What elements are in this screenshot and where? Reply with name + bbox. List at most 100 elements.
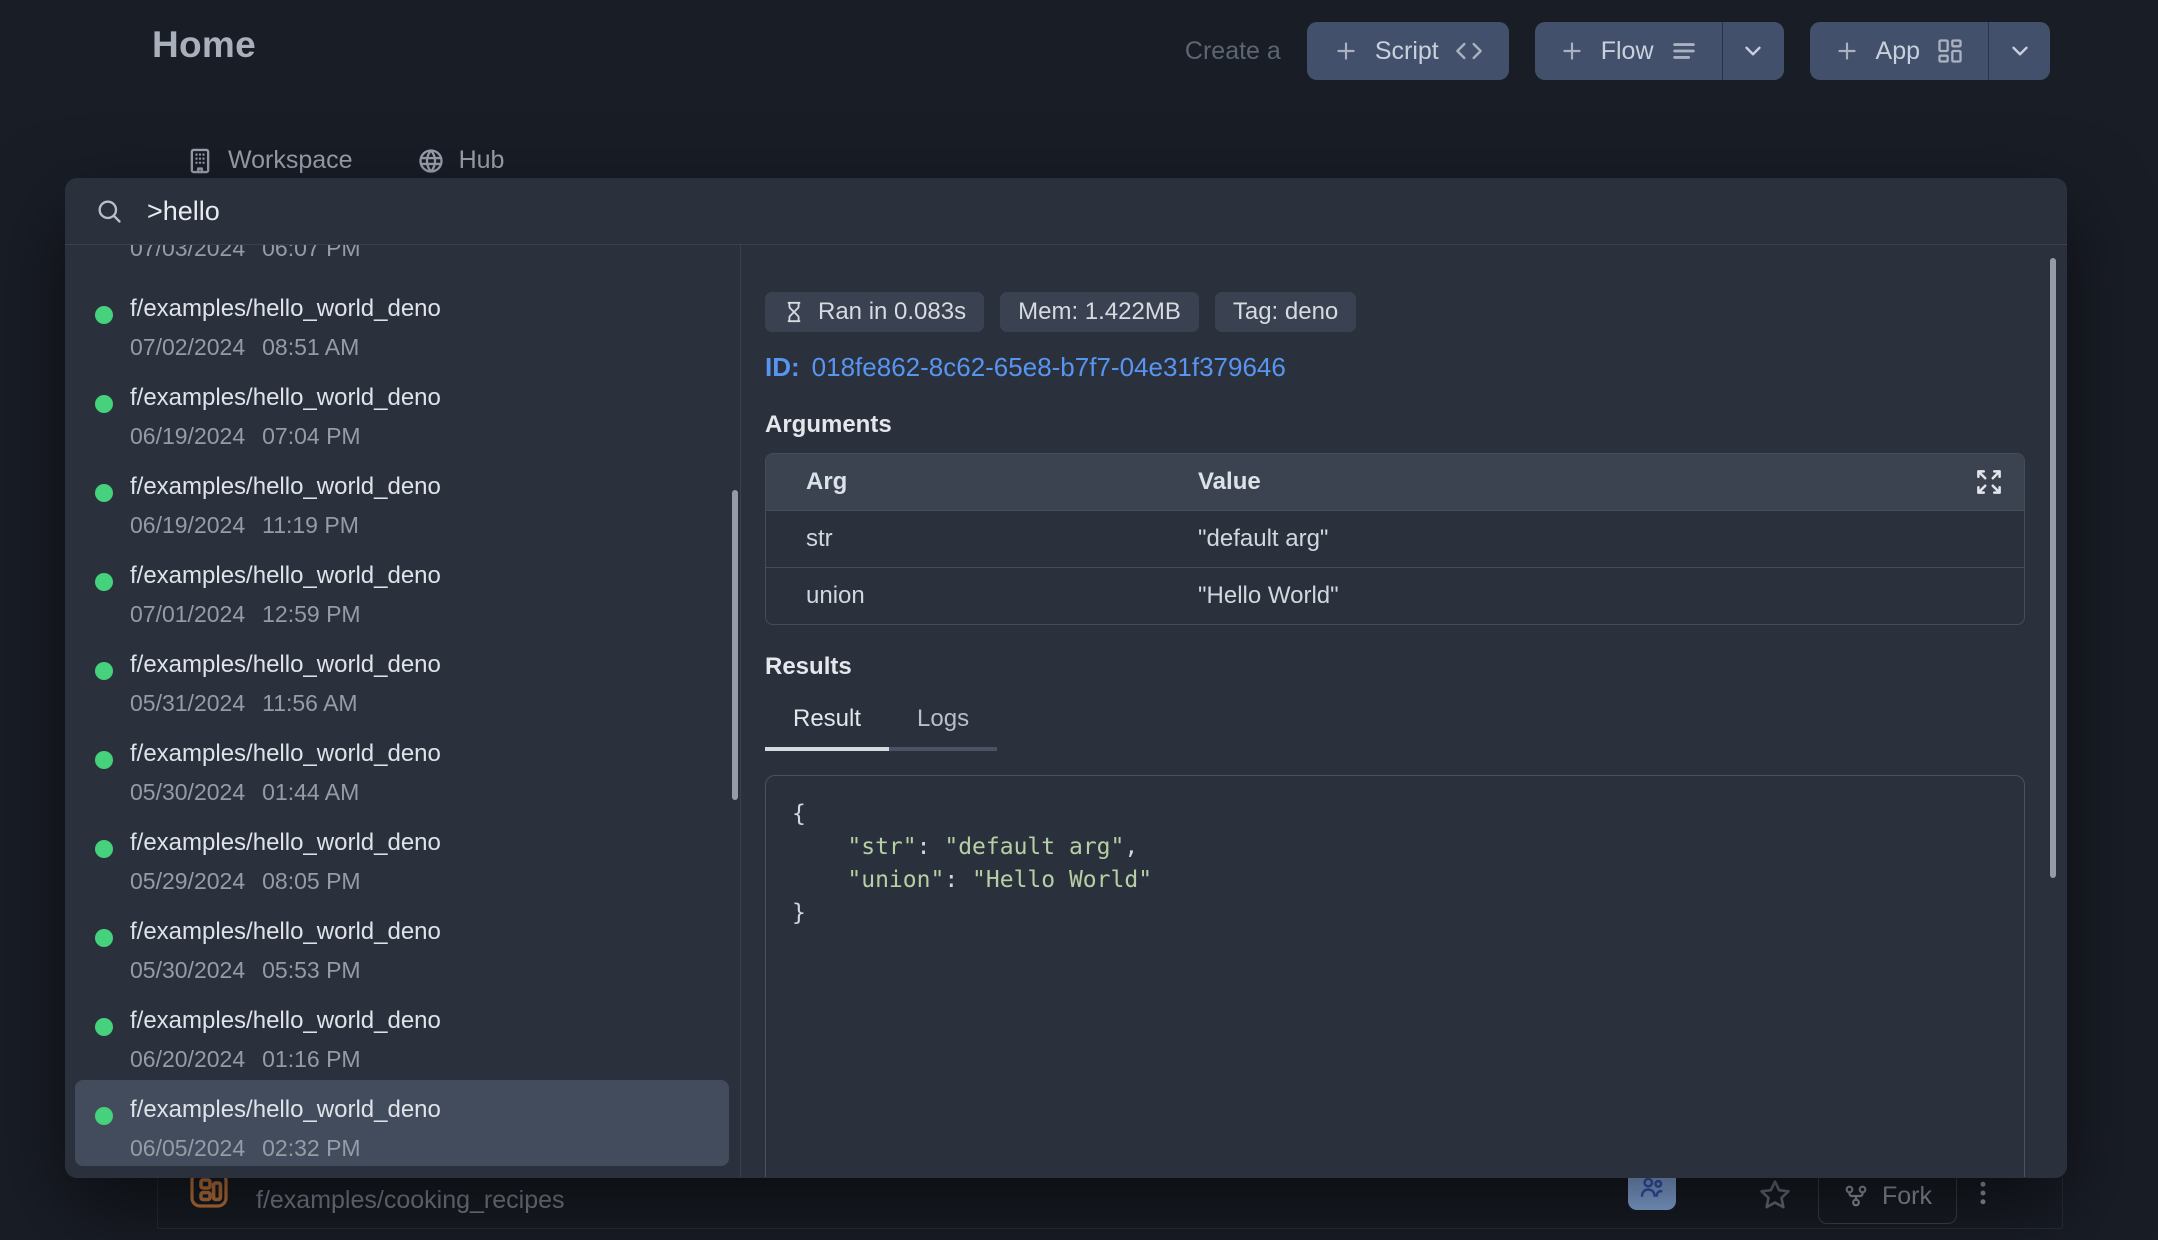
runs-list-scrollbar[interactable] [732,490,738,800]
run-timestamp: 06/20/202401:16 PM [130,1046,740,1073]
arguments-table-rows: str"default arg"union"Hello World" [766,510,2024,624]
footer-divider [157,1228,2062,1229]
layout-dashboard-icon [1936,37,1964,65]
tab-hub[interactable]: Hub [417,146,505,175]
create-label: Create a [1185,37,1281,66]
create-flow-label: Flow [1601,37,1654,66]
run-timestamp: 05/30/2024 01:44 AM [130,779,740,806]
run-time: 01:44 AM [262,779,359,806]
run-list-item[interactable]: f/examples/hello_world_deno 05/31/2024 11:… [65,635,740,724]
run-timestamp: 05/31/2024 11:56 AM [130,690,740,717]
run-date: 05/31/2024 [130,690,245,717]
workspace-hub-tabs: Workspace Hub [186,146,504,175]
run-time: 11:56 AM [262,690,357,717]
status-dot-icon [95,1107,113,1125]
arguments-table: Arg Value str"default arg"union"Hello Wo… [765,453,2025,625]
run-badges: Ran in 0.083s Mem: 1.422MB Tag: deno [765,292,2025,332]
run-time: 06:07 PM [262,245,360,262]
run-time: 02:32 PM [262,1135,360,1162]
run-list-item[interactable]: f/examples/hello_world_deno06/19/202411:… [65,457,740,546]
run-timestamp: 07/02/202408:51 AM [130,334,740,361]
create-app-dropdown-button[interactable] [1988,22,2050,80]
search-bar [65,178,2067,245]
search-icon [95,197,123,225]
status-dot-icon [95,395,113,413]
memory-badge: Mem: 1.422MB [1000,292,1199,332]
git-fork-icon [1843,1183,1869,1209]
run-list-item[interactable]: f/examples/hello_world_deno 06/20/202401:… [65,991,740,1080]
run-list-item[interactable]: f/examples/hello_world_deno 07/02/202408:… [65,279,740,368]
value-cell: "default arg" [1198,525,2024,553]
value-column-header: Value [1198,468,2024,496]
value-cell: "Hello World" [1198,582,2024,610]
run-id-value[interactable]: 018fe862-8c62-65e8-b7f7-04e31f379646 [812,352,1286,382]
status-dot-icon [95,840,113,858]
run-path: f/examples/hello_world_deno [130,1096,729,1124]
status-dot-icon [95,573,113,591]
run-path: f/examples/hello_world_deno [130,918,740,946]
app-item-path: f/examples/cooking_recipes [256,1186,565,1215]
tab-logs[interactable]: Logs [889,705,997,751]
plus-icon [1834,38,1860,64]
run-path: f/examples/hello_world_deno [130,651,740,679]
run-date: 05/30/2024 [130,779,245,806]
status-dot-icon [95,662,113,680]
run-date: 06/20/2024 [130,1046,245,1073]
create-app-label: App [1876,37,1920,66]
arg-column-header: Arg [766,468,1198,496]
run-date: 07/01/2024 [130,601,245,628]
tag-badge-label: Tag: deno [1233,298,1338,326]
status-dot-icon [95,751,113,769]
run-list-item[interactable]: f/examples/hello_world_deno 06/05/2024 02:… [75,1080,729,1166]
runtime-badge-label: Ran in 0.083s [818,298,966,326]
chevron-down-icon [1740,38,1766,64]
run-path: f/examples/hello_world_deno [130,562,740,590]
run-id-row: ID:018fe862-8c62-65e8-b7f7-04e31f379646 [765,352,2025,383]
run-timestamp: 07/01/2024 12:59 PM [130,601,740,628]
tab-workspace[interactable]: Workspace [186,146,353,175]
run-time: 12:59 PM [262,601,360,628]
run-list-item[interactable]: f/examples/hello_world_deno05/30/202401:… [65,724,740,813]
arg-cell: str [766,525,1198,553]
run-date: 07/03/2024 [130,245,245,262]
table-right-border [2062,1178,2063,1228]
run-path: f/examples/hello_world_deno [130,295,740,323]
run-path: f/examples/hello_world_deno [130,1007,740,1035]
create-flow-button[interactable]: Flow [1535,22,1722,80]
plus-icon [1559,38,1585,64]
run-date: 05/30/2024 [130,957,245,984]
star-icon[interactable] [1758,1178,1792,1212]
run-date: 05/29/2024 [130,868,245,895]
chevron-down-icon [2007,38,2033,64]
run-list-item[interactable]: f/examples/hello_world_deno05/30/202405:… [65,902,740,991]
create-script-button[interactable]: Script [1307,22,1509,80]
create-flow-dropdown-button[interactable] [1722,22,1784,80]
run-date: 06/05/2024 [130,1135,245,1162]
fork-button-label: Fork [1882,1182,1932,1211]
result-json: { "str": "default arg", "union": "Hello … [765,775,2025,1177]
create-app-button[interactable]: App [1810,22,1988,80]
search-palette-modal: 07/03/2024 06:07 PM f/examples/hello_world… [65,178,2067,1178]
table-row: str"default arg" [766,510,2024,567]
status-dot-icon [95,929,113,947]
run-list-item[interactable]: 07/03/2024 06:07 PM [65,245,740,279]
run-list-item[interactable]: f/examples/hello_world_deno05/29/202408:… [65,813,740,902]
tab-result[interactable]: Result [765,705,889,751]
run-timestamp: 07/03/2024 06:07 PM [130,245,740,262]
run-timestamp: 06/19/202407:04 PM [130,423,740,450]
expand-icon[interactable] [1974,467,2004,497]
run-time: 11:19 PM [262,512,359,539]
run-list-item[interactable]: f/examples/hello_world_deno 07/01/2024 12:… [65,546,740,635]
results-heading: Results [765,653,2025,681]
page-title: Home [152,24,256,66]
search-results-body: 07/03/2024 06:07 PM f/examples/hello_world… [65,245,2067,1177]
kebab-menu-icon[interactable] [1968,1178,1998,1208]
table-row: union"Hello World" [766,567,2024,624]
detail-panel-scrollbar[interactable] [2050,258,2056,878]
results-tabs: Result Logs [765,705,2025,751]
hourglass-icon [783,301,805,323]
run-list-item[interactable]: f/examples/hello_world_deno06/19/202407:… [65,368,740,457]
status-dot-icon [95,306,113,324]
search-input[interactable] [145,195,2037,228]
globe-icon [417,147,445,175]
